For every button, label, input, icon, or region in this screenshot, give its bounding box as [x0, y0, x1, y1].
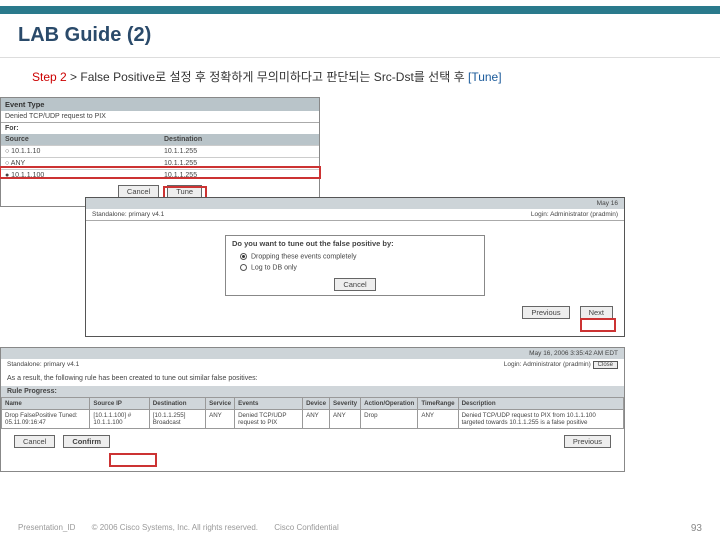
tune-dialog: Do you want to tune out the false positi…: [225, 235, 485, 296]
option-drop[interactable]: Dropping these events completely: [226, 251, 484, 262]
brand-bar: [0, 6, 720, 14]
highlight-box: [0, 166, 321, 179]
page-number: 93: [691, 523, 702, 534]
event-type-header: Event Type: [1, 98, 319, 111]
for-label: For:: [1, 123, 319, 134]
destination-header: Destination: [160, 134, 319, 145]
cancel-button[interactable]: Cancel: [334, 278, 375, 291]
date-label: May 16, 2006 3:35:42 AM EDT: [529, 350, 618, 357]
result-text: As a result, the following rule has been…: [1, 371, 624, 386]
event-type-value: Denied TCP/UDP request to PIX: [1, 111, 319, 123]
confirm-button[interactable]: Confirm: [63, 435, 110, 448]
highlight-box: [109, 453, 157, 467]
event-type-panel: Event Type Denied TCP/UDP request to PIX…: [0, 97, 320, 207]
slide-footer: Presentation_ID © 2006 Cisco Systems, In…: [0, 523, 720, 534]
radio-icon: [240, 253, 247, 260]
source-header: Source: [1, 134, 160, 145]
copyright: © 2006 Cisco Systems, Inc. All rights re…: [92, 523, 258, 532]
presentation-id: Presentation_ID: [18, 523, 75, 532]
tune-dialog-panel: May 16 Standalone: primary v4.1 Login: A…: [85, 197, 625, 337]
src-dst-row[interactable]: ○ 10.1.1.10 10.1.1.255: [1, 145, 319, 157]
standalone-label: Standalone: primary v4.1: [7, 361, 79, 369]
close-button[interactable]: Close: [593, 361, 618, 369]
confidential-label: Cisco Confidential: [274, 523, 338, 532]
rule-progress-label: Rule Progress:: [1, 386, 624, 397]
dialog-question: Do you want to tune out the false positi…: [226, 236, 484, 251]
slide-title: LAB Guide (2): [0, 18, 720, 58]
option-log-db[interactable]: Log to DB only: [226, 262, 484, 273]
previous-button[interactable]: Previous: [564, 435, 611, 448]
table-row: Drop FalsePositive Tuned: 05.11.09:16:47…: [2, 410, 624, 429]
previous-button[interactable]: Previous: [522, 306, 569, 319]
rule-table: Name Source IP Destination Service Event…: [1, 397, 624, 429]
tune-label: [Tune]: [468, 70, 502, 84]
login-label: Login: Administrator (pradmin): [531, 211, 618, 218]
result-panel: May 16, 2006 3:35:42 AM EDT Standalone: …: [0, 347, 625, 472]
date-label: May 16: [597, 200, 618, 207]
highlight-box: [580, 318, 616, 332]
cancel-button[interactable]: Cancel: [14, 435, 55, 448]
step-label: Step 2: [32, 70, 67, 84]
next-button[interactable]: Next: [580, 306, 613, 319]
standalone-label: Standalone: primary v4.1: [92, 211, 164, 218]
instruction-line: Step 2 > False Positive로 설정 후 정확하게 무의미하다…: [0, 58, 720, 97]
radio-icon: [240, 264, 247, 271]
login-label: Login: Administrator (pradmin): [504, 361, 591, 368]
